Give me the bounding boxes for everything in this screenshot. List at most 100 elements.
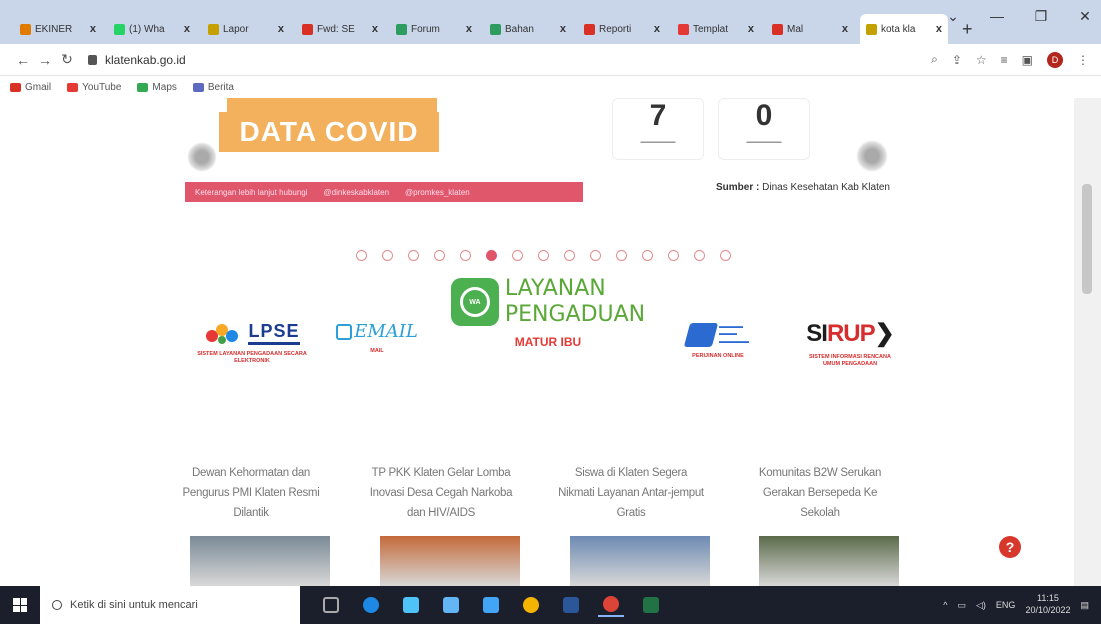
carousel-dot[interactable]: [720, 250, 731, 261]
carousel-dot[interactable]: [460, 250, 471, 261]
browser-tab[interactable]: Mal x: [766, 14, 854, 44]
carousel-dot[interactable]: [616, 250, 627, 261]
browser-tab[interactable]: (1) Wha x: [108, 14, 196, 44]
scrollbar-thumb[interactable]: [1082, 184, 1092, 294]
tab-close-button[interactable]: x: [90, 23, 96, 35]
forward-button[interactable]: →: [34, 52, 56, 68]
menu-icon[interactable]: ⋮: [1077, 53, 1089, 67]
perijinan-online-link[interactable]: ▬▬▬▬ ▬▬▬ ▬▬▬▬▬ PERIJINAN ONLINE: [678, 323, 758, 360]
stat-label: ▬▬▬▬▬▬▬: [640, 139, 676, 145]
tab-close-button[interactable]: x: [654, 23, 660, 35]
chrome-active-icon[interactable]: [598, 593, 624, 617]
tab-close-button[interactable]: x: [184, 23, 190, 35]
reading-list-icon[interactable]: ≡: [1001, 53, 1008, 67]
bookmark-item[interactable]: Berita: [192, 82, 234, 93]
bookmark-item[interactable]: Maps: [137, 82, 177, 93]
task-view-icon[interactable]: [318, 593, 344, 617]
excel-icon[interactable]: [638, 593, 664, 617]
tray-chevron-icon[interactable]: ^: [943, 600, 947, 610]
word-icon[interactable]: [558, 593, 584, 617]
close-window-button[interactable]: ✕: [1077, 8, 1093, 25]
carousel-dot[interactable]: [512, 250, 523, 261]
tab-search-icon[interactable]: ⌄: [945, 8, 961, 25]
zoom-icon[interactable]: ⌕: [931, 52, 938, 67]
layanan-pengaduan-link[interactable]: WA LAYANAN PENGADUAN MATUR IBU: [450, 276, 645, 349]
reload-button[interactable]: ↻: [56, 51, 78, 68]
back-button[interactable]: ←: [12, 52, 34, 68]
profile-avatar[interactable]: D: [1047, 51, 1063, 68]
bookmark-item[interactable]: YouTube: [67, 82, 121, 93]
browser-tab[interactable]: Fwd: SE x: [296, 14, 384, 44]
network-icon[interactable]: ▭: [957, 600, 966, 611]
start-button[interactable]: [0, 586, 40, 624]
browser-tab[interactable]: Forum x: [390, 14, 478, 44]
system-tray: ^ ▭ ◁) ENG 11:15 20/10/2022 ▤: [943, 586, 1089, 624]
news-thumbnail[interactable]: [190, 536, 330, 586]
carousel-dot[interactable]: [434, 250, 445, 261]
tab-close-button[interactable]: x: [560, 23, 566, 35]
minimize-button[interactable]: —: [989, 8, 1005, 25]
browser-tab[interactable]: kota kla x: [860, 14, 948, 44]
news-title[interactable]: TP PKK Klaten Gelar Lomba Inovasi Desa C…: [366, 463, 516, 523]
carousel-dot[interactable]: [590, 250, 601, 261]
carousel-dot[interactable]: [668, 250, 679, 261]
browser-tab[interactable]: Templat x: [672, 14, 760, 44]
news-item[interactable]: Dewan Kehormatan dan Pengurus PMI Klaten…: [176, 463, 326, 523]
browser-tab[interactable]: Reporti x: [578, 14, 666, 44]
clock[interactable]: 11:15 20/10/2022: [1025, 593, 1070, 616]
browser-tab[interactable]: EKINER x: [14, 14, 102, 44]
news-thumbnail[interactable]: [380, 536, 520, 586]
email-link[interactable]: EMAIL MAIL: [336, 321, 418, 355]
volume-icon[interactable]: ◁): [976, 600, 986, 611]
bookmark-label: Gmail: [25, 81, 52, 93]
news-title[interactable]: Siswa di Klaten Segera Nikmati Layanan A…: [556, 463, 706, 523]
carousel-dot[interactable]: [564, 250, 575, 261]
address-bar[interactable]: klatenkab.go.id: [88, 49, 931, 71]
sirup-caption: SISTEM INFORMASI RENCANA UMUM PENGADAAN: [809, 354, 891, 367]
restore-button[interactable]: ❐: [1033, 8, 1049, 25]
tab-close-button[interactable]: x: [278, 23, 284, 35]
carousel-dot[interactable]: [382, 250, 393, 261]
carousel-dot[interactable]: [486, 250, 497, 261]
tab-close-button[interactable]: x: [842, 23, 848, 35]
sirup-link[interactable]: SIRUP❯ SISTEM INFORMASI RENCANA UMUM PEN…: [800, 319, 900, 367]
carousel-dot[interactable]: [642, 250, 653, 261]
browser-tab[interactable]: Bahan x: [484, 14, 572, 44]
news-thumbnail[interactable]: [570, 536, 710, 586]
chrome-icon[interactable]: [518, 593, 544, 617]
tab-close-button[interactable]: x: [466, 23, 472, 35]
help-button[interactable]: ?: [999, 536, 1021, 558]
tab-close-button[interactable]: x: [748, 23, 754, 35]
news-item[interactable]: Siswa di Klaten Segera Nikmati Layanan A…: [556, 463, 706, 523]
share-icon[interactable]: ⇪: [952, 53, 962, 67]
news-item[interactable]: Komunitas B2W Serukan Gerakan Bersepeda …: [745, 463, 895, 523]
bookmark-star-icon[interactable]: ☆: [976, 53, 987, 67]
news-thumbnail[interactable]: [759, 536, 899, 586]
tab-close-button[interactable]: x: [372, 23, 378, 35]
lpse-link[interactable]: LPSE SISTEM LAYANAN PENGADAAN SECARA ELE…: [196, 321, 308, 364]
vertical-scrollbar[interactable]: [1074, 98, 1101, 586]
bookmark-item[interactable]: Gmail: [10, 82, 51, 93]
store-icon[interactable]: [438, 593, 464, 617]
taskbar-search[interactable]: Ketik di sini untuk mencari: [40, 586, 300, 624]
edge-icon[interactable]: [358, 593, 384, 617]
notification-icon[interactable]: ▤: [1080, 600, 1089, 611]
news-title[interactable]: Dewan Kehormatan dan Pengurus PMI Klaten…: [176, 463, 326, 523]
bookmark-label: YouTube: [82, 81, 122, 93]
perijinan-logo-lines: ▬▬▬▬ ▬▬▬ ▬▬▬▬▬: [719, 324, 749, 345]
photos-icon[interactable]: [398, 593, 424, 617]
stat-value: 0: [755, 99, 773, 132]
mail-icon[interactable]: [478, 593, 504, 617]
news-title[interactable]: Komunitas B2W Serukan Gerakan Bersepeda …: [745, 463, 895, 523]
carousel-dot[interactable]: [538, 250, 549, 261]
browser-tab[interactable]: Lapor x: [202, 14, 290, 44]
side-panel-icon[interactable]: ▣: [1022, 53, 1033, 67]
language-indicator[interactable]: ENG: [996, 600, 1016, 610]
carousel-dot[interactable]: [694, 250, 705, 261]
clock-time: 11:15: [1037, 593, 1059, 604]
news-item[interactable]: TP PKK Klaten Gelar Lomba Inovasi Desa C…: [366, 463, 516, 523]
tab-close-button[interactable]: x: [936, 23, 942, 35]
carousel-dot[interactable]: [408, 250, 419, 261]
covid-banner[interactable]: DATA COVID Keterangan lebih lanjut hubun…: [185, 98, 585, 202]
carousel-dot[interactable]: [356, 250, 367, 261]
